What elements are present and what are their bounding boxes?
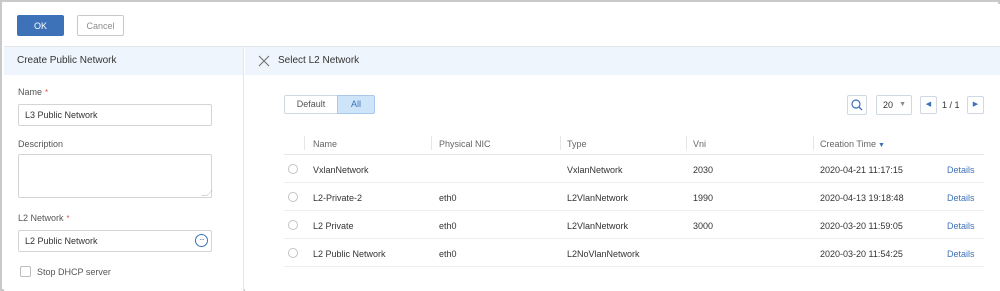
- ok-button[interactable]: OK: [17, 15, 64, 36]
- cell-name: L2 Public Network: [313, 249, 386, 259]
- action-bar: OK Cancel: [4, 4, 1000, 47]
- cell-name: VxlanNetwork: [313, 165, 369, 175]
- description-label: Description: [18, 139, 64, 149]
- stop-dhcp-label: Stop DHCP server: [37, 267, 111, 277]
- details-link[interactable]: Details: [947, 249, 975, 259]
- column-header-physical-nic[interactable]: Physical NIC: [439, 139, 491, 149]
- chevron-down-icon: ▼: [899, 101, 906, 108]
- details-link[interactable]: Details: [947, 165, 975, 175]
- column-header-type[interactable]: Type: [567, 139, 587, 149]
- row-radio[interactable]: [288, 220, 298, 230]
- prev-page-button[interactable]: ◀: [920, 96, 937, 114]
- cell-name: L2-Private-2: [313, 193, 363, 203]
- panel-title: Select L2 Network: [278, 55, 360, 66]
- search-icon: [851, 99, 863, 111]
- l2-network-label-text: L2 Network: [18, 213, 64, 223]
- row-radio[interactable]: [288, 192, 298, 202]
- dialog-frame: OK Cancel Create Public Network Name* De…: [0, 0, 1000, 291]
- cell-creation-time: 2020-04-21 11:17:15: [820, 165, 903, 175]
- cell-physical-nic: eth0: [439, 249, 457, 259]
- name-label-text: Name: [18, 87, 43, 97]
- cell-type: L2NoVlanNetwork: [567, 249, 640, 259]
- stop-dhcp-checkbox[interactable]: [20, 266, 31, 277]
- table-row[interactable]: L2 Private eth0 L2VlanNetwork 3000 2020-…: [284, 211, 984, 239]
- name-input[interactable]: [18, 104, 212, 126]
- page-size-value: 20: [883, 100, 894, 110]
- create-public-network-form: Create Public Network Name* Description …: [4, 47, 244, 291]
- form-title: Create Public Network: [4, 47, 243, 75]
- cell-physical-nic: eth0: [439, 221, 457, 231]
- column-header-vni[interactable]: Vni: [693, 139, 706, 149]
- l2-network-field[interactable]: ···: [18, 230, 212, 252]
- close-icon[interactable]: [258, 55, 270, 67]
- page-indicator: 1 / 1: [942, 100, 960, 110]
- sort-chevron-down-icon: ▼: [878, 142, 885, 149]
- cell-creation-time: 2020-04-13 19:18:48: [820, 193, 904, 203]
- search-button[interactable]: [847, 95, 867, 115]
- column-divider: [560, 136, 561, 150]
- column-divider: [431, 136, 432, 150]
- page-size-select[interactable]: 20 ▼: [876, 95, 912, 115]
- cancel-button[interactable]: Cancel: [77, 15, 124, 36]
- column-divider: [686, 136, 687, 150]
- column-divider: [304, 136, 305, 150]
- row-radio[interactable]: [288, 164, 298, 174]
- column-divider: [813, 136, 814, 150]
- triangle-left-icon: ◀: [925, 101, 932, 108]
- l2-network-table: Name Physical NIC Type Vni Creation Time…: [284, 131, 984, 267]
- row-radio[interactable]: [288, 248, 298, 258]
- panel-header: Select L2 Network: [245, 47, 1000, 75]
- cell-type: L2VlanNetwork: [567, 193, 629, 203]
- cell-creation-time: 2020-03-20 11:54:25: [820, 249, 903, 259]
- cell-name: L2 Private: [313, 221, 354, 231]
- cell-vni: 1990: [693, 193, 714, 203]
- required-mark: *: [66, 214, 70, 223]
- cell-type: L2VlanNetwork: [567, 221, 629, 231]
- table-header: Name Physical NIC Type Vni Creation Time…: [284, 131, 984, 155]
- creation-time-label: Creation Time: [820, 139, 877, 149]
- column-header-name[interactable]: Name: [313, 139, 337, 149]
- filter-tab-default[interactable]: Default: [284, 95, 338, 114]
- filter-tab-all[interactable]: All: [337, 95, 375, 114]
- next-page-button[interactable]: ▶: [967, 96, 984, 114]
- table-row[interactable]: VxlanNetwork VxlanNetwork 2030 2020-04-2…: [284, 155, 984, 183]
- table-row[interactable]: L2-Private-2 eth0 L2VlanNetwork 1990 202…: [284, 183, 984, 211]
- cell-vni: 3000: [693, 221, 714, 231]
- cell-vni: 2030: [693, 165, 714, 175]
- select-l2-network-panel: Select L2 Network Default All 20 ▼ ◀ 1 /…: [245, 47, 1000, 291]
- l2-network-label: L2 Network *: [18, 213, 70, 223]
- required-mark: *: [45, 88, 49, 97]
- details-link[interactable]: Details: [947, 221, 975, 231]
- description-textarea[interactable]: [18, 154, 212, 198]
- name-label: Name *: [18, 87, 48, 97]
- cell-type: VxlanNetwork: [567, 165, 623, 175]
- cell-physical-nic: eth0: [439, 193, 457, 203]
- l2-network-input[interactable]: [18, 230, 212, 252]
- triangle-right-icon: ▶: [972, 101, 979, 108]
- description-wrapper: [18, 154, 213, 198]
- column-header-creation-time[interactable]: Creation Time ▼: [820, 139, 885, 149]
- table-row[interactable]: L2 Public Network eth0 L2NoVlanNetwork 2…: [284, 239, 984, 267]
- details-link[interactable]: Details: [947, 193, 975, 203]
- ellipsis-circle-icon[interactable]: ···: [195, 234, 208, 247]
- cell-creation-time: 2020-03-20 11:59:05: [820, 221, 903, 231]
